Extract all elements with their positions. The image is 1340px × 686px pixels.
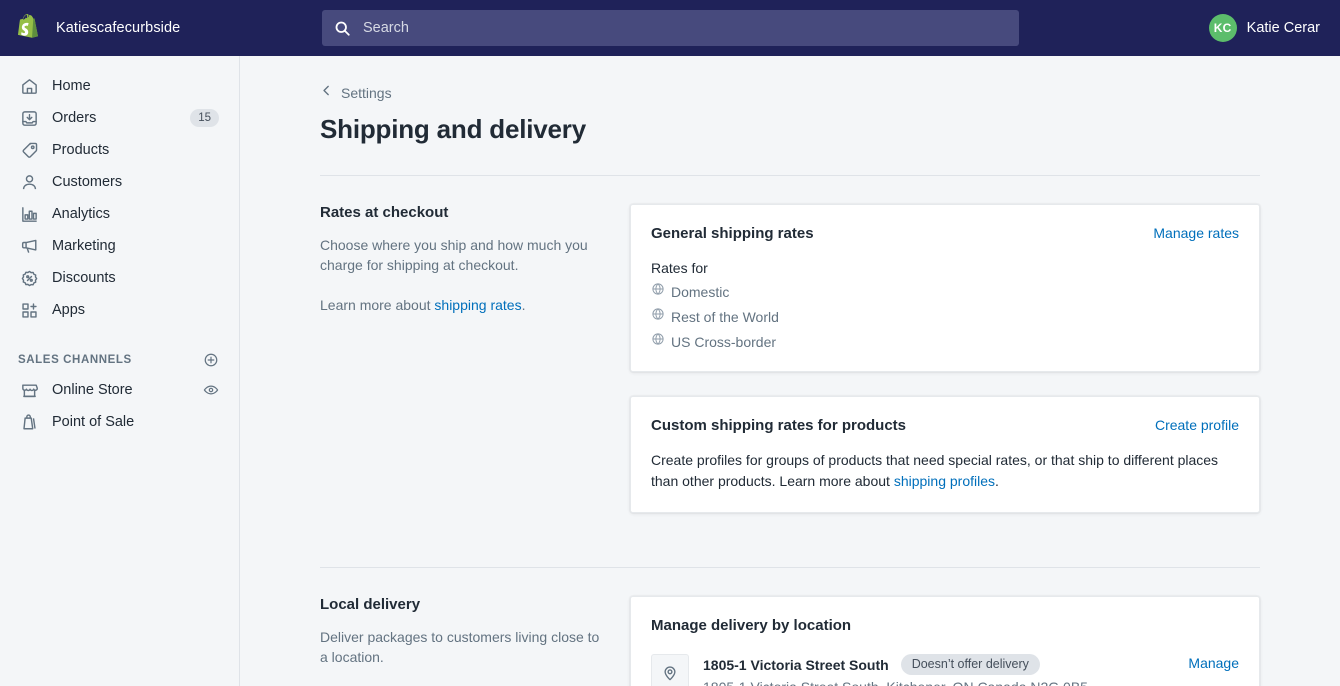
location-pin-icon: [651, 654, 689, 686]
sidebar-item-label: Analytics: [52, 206, 111, 222]
sidebar-item-customers[interactable]: Customers: [4, 166, 235, 198]
rates-cards-column: General shipping rates Manage rates Rate…: [630, 204, 1260, 537]
create-profile-link[interactable]: Create profile: [1155, 417, 1239, 433]
shop-name: Katiescafecurbside: [56, 20, 181, 36]
card-body-suffix: .: [995, 473, 999, 489]
sidebar-item-label: Online Store: [52, 382, 133, 398]
user-menu[interactable]: KC Katie Cerar: [1208, 0, 1320, 56]
user-name: Katie Cerar: [1246, 20, 1320, 36]
top-bar: Katiescafecurbside Search KC Katie Cerar: [0, 0, 1340, 56]
location-name: 1805-1 Victoria Street South: [703, 656, 889, 673]
card-title: Custom shipping rates for products: [651, 417, 907, 434]
sidebar-item-home[interactable]: Home: [4, 70, 235, 102]
main-content: Settings Shipping and delivery Rates at …: [240, 56, 1340, 686]
orders-icon: [18, 108, 40, 128]
sidebar-item-label: Orders: [52, 110, 97, 126]
sidebar-item-products[interactable]: Products: [4, 134, 235, 166]
learn-more-suffix: .: [521, 297, 526, 313]
rate-zone-label: Rest of the World: [671, 308, 779, 325]
search-wrapper: Search: [322, 10, 1019, 46]
card-title: Manage delivery by location: [651, 617, 852, 634]
learn-more-line: Learn more about shipping rates.: [320, 295, 610, 315]
card-header: General shipping rates Manage rates: [651, 225, 1239, 242]
rate-zone-row: Domestic: [651, 282, 1239, 301]
section-description: Choose where you ship and how much you c…: [320, 237, 588, 273]
local-delivery-description-column: Local delivery Deliver packages to custo…: [320, 596, 630, 686]
bar-chart-icon: [18, 204, 40, 224]
card-header: Manage delivery by location: [651, 617, 1239, 634]
page-title: Shipping and delivery: [320, 114, 586, 144]
sidebar-item-label: Marketing: [52, 238, 116, 254]
sidebar-item-marketing[interactable]: Marketing: [4, 230, 235, 262]
manage-delivery-card: Manage delivery by location 1805-1 Victo…: [630, 596, 1260, 686]
general-shipping-rates-card: General shipping rates Manage rates Rate…: [630, 204, 1260, 372]
sidebar-item-online-store[interactable]: Online Store: [4, 374, 235, 406]
location-address: 1805-1 Victoria Street South, Kitchener,…: [703, 679, 1172, 686]
pos-bag-icon: [18, 412, 40, 432]
sidebar-item-discounts[interactable]: Discounts: [4, 262, 235, 294]
breadcrumb[interactable]: Settings: [320, 84, 392, 102]
rates-at-checkout-section: Rates at checkout Choose where you ship …: [320, 176, 1260, 537]
local-delivery-section: Local delivery Deliver packages to custo…: [320, 568, 1260, 686]
learn-more-prefix: Learn more about: [320, 297, 435, 313]
location-row: 1805-1 Victoria Street South Doesn’t off…: [651, 654, 1239, 686]
sidebar-item-label: Apps: [52, 302, 86, 318]
shipping-rates-link[interactable]: shipping rates: [434, 297, 521, 313]
sidebar-item-apps[interactable]: Apps: [4, 294, 235, 326]
sidebar-item-label: Products: [52, 142, 110, 158]
card-body: Create profiles for groups of products t…: [651, 450, 1239, 492]
rates-for-label: Rates for: [651, 260, 708, 276]
rate-zone-row: Rest of the World: [651, 307, 1239, 326]
search-icon: [334, 20, 351, 37]
sidebar-item-point-of-sale[interactable]: Point of Sale: [4, 406, 235, 438]
sidebar-item-label: Home: [52, 78, 91, 94]
sidebar-item-label: Point of Sale: [52, 414, 135, 430]
shipping-profiles-link[interactable]: shipping profiles: [894, 473, 995, 489]
search-placeholder: Search: [363, 20, 409, 36]
shopify-bag-icon: [14, 13, 44, 43]
avatar: KC: [1208, 14, 1237, 42]
globe-icon: [651, 332, 665, 351]
sales-channels-title: SALES CHANNELS: [18, 354, 132, 366]
section-title: Local delivery: [320, 596, 421, 613]
plus-circle-icon[interactable]: [203, 352, 219, 368]
card-title: General shipping rates: [651, 225, 814, 242]
sidebar-item-label: Discounts: [52, 270, 116, 286]
percent-badge-icon: [18, 268, 40, 288]
sidebar-item-label: Customers: [52, 174, 123, 190]
search-input[interactable]: Search: [322, 10, 1019, 46]
rate-zone-label: Domestic: [671, 283, 730, 300]
location-title-row: 1805-1 Victoria Street South Doesn’t off…: [703, 654, 1172, 675]
orders-count-badge: 15: [190, 109, 219, 127]
globe-icon: [651, 307, 665, 326]
globe-icon: [651, 282, 665, 301]
apps-grid-plus-icon: [18, 300, 40, 320]
sidebar-item-analytics[interactable]: Analytics: [4, 198, 235, 230]
manage-location-link[interactable]: Manage: [1188, 654, 1239, 671]
manage-rates-link[interactable]: Manage rates: [1153, 225, 1239, 241]
eye-icon[interactable]: [203, 382, 219, 398]
card-header: Custom shipping rates for products Creat…: [651, 417, 1239, 434]
section-description: Deliver packages to customers living clo…: [320, 629, 600, 665]
local-delivery-card-column: Manage delivery by location 1805-1 Victo…: [630, 596, 1260, 686]
person-icon: [18, 172, 40, 192]
sidebar: Home Orders 15 Products Customers Analyt…: [0, 56, 240, 686]
rates-description-column: Rates at checkout Choose where you ship …: [320, 204, 630, 537]
megaphone-icon: [18, 236, 40, 256]
sidebar-item-orders[interactable]: Orders 15: [4, 102, 235, 134]
section-title: Rates at checkout: [320, 204, 449, 221]
page-container: Settings Shipping and delivery Rates at …: [320, 56, 1260, 686]
brand-area[interactable]: Katiescafecurbside: [0, 13, 240, 43]
location-details: 1805-1 Victoria Street South Doesn’t off…: [703, 654, 1172, 686]
sales-channels-header: SALES CHANNELS: [0, 346, 239, 374]
tag-icon: [18, 140, 40, 160]
chevron-left-icon: [320, 84, 333, 102]
breadcrumb-label: Settings: [341, 85, 392, 101]
custom-shipping-rates-card: Custom shipping rates for products Creat…: [630, 396, 1260, 513]
rate-zone-row: US Cross-border: [651, 332, 1239, 351]
home-icon: [18, 76, 40, 96]
rate-zone-label: US Cross-border: [671, 333, 777, 350]
storefront-icon: [18, 380, 40, 400]
status-badge: Doesn’t offer delivery: [900, 654, 1040, 675]
